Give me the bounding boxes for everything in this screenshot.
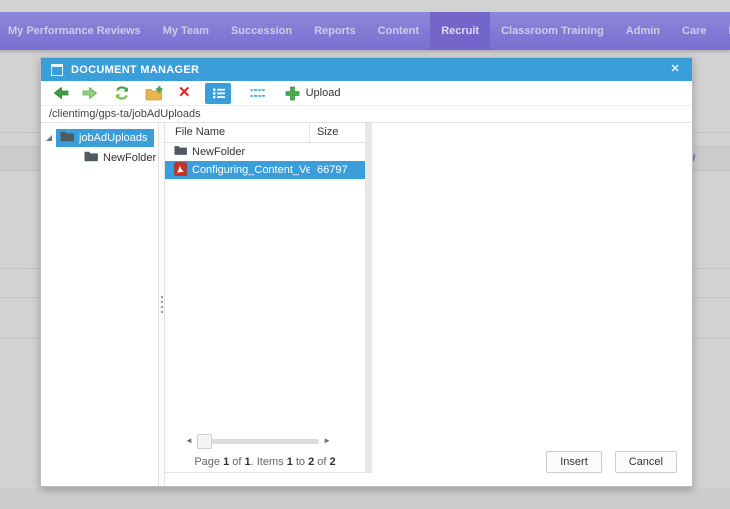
- tree-node-jobaduploads[interactable]: jobAdUploads: [41, 129, 158, 147]
- vertical-scrollbar[interactable]: [365, 123, 372, 472]
- tree-expander-icon[interactable]: [46, 135, 52, 141]
- dialog-title: DOCUMENT MANAGER: [71, 63, 200, 76]
- file-row-selected-pdf[interactable]: Configuring_Content_Vendo 66797: [165, 161, 365, 179]
- nav-item-my-team[interactable]: My Team: [152, 12, 220, 50]
- delete-icon: ✕: [178, 84, 191, 101]
- scrollbar-thumb[interactable]: [196, 433, 212, 449]
- new-folder-icon: [145, 85, 163, 101]
- folder-tree: jobAdUploads NewFolder: [41, 123, 158, 486]
- document-manager-dialog: DOCUMENT MANAGER ✕ ✕ Upload /clientimg/g…: [40, 57, 693, 487]
- refresh-button[interactable]: [114, 85, 130, 101]
- current-path: /clientimg/gps-ta/jobAdUploads: [41, 106, 692, 123]
- scroll-left-icon[interactable]: ◄: [185, 437, 193, 445]
- file-name-cell: NewFolder: [165, 145, 310, 159]
- scroll-right-icon[interactable]: ►: [323, 437, 331, 445]
- background-bottom-strip: [0, 488, 730, 509]
- tree-node-newfolder[interactable]: NewFolder: [41, 149, 158, 167]
- nav-item-truncated[interactable]: Inte: [718, 12, 730, 50]
- panel-splitter[interactable]: [158, 123, 165, 486]
- grid-view-button[interactable]: [244, 83, 270, 104]
- tree-node-label: jobAdUploads: [79, 132, 148, 144]
- file-grid: File Name Size NewFolder Configuring_Con…: [165, 123, 372, 473]
- file-name-label: Configuring_Content_Vendo: [192, 164, 310, 176]
- pager-text: to: [292, 456, 309, 468]
- column-header-file-name[interactable]: File Name: [165, 123, 310, 142]
- cancel-button[interactable]: Cancel: [614, 451, 677, 473]
- file-row-newfolder[interactable]: NewFolder: [165, 143, 365, 161]
- folder-icon: [60, 131, 74, 145]
- pager-text: . Items: [250, 456, 287, 468]
- nav-item-care[interactable]: Care: [671, 12, 717, 50]
- pager-text: of: [229, 456, 245, 468]
- pager-text: Page: [194, 456, 224, 468]
- nav-item-reports[interactable]: Reports: [303, 12, 367, 50]
- nav-item-content[interactable]: Content: [367, 12, 431, 50]
- file-name-label: NewFolder: [192, 146, 246, 158]
- column-header-size[interactable]: Size: [310, 123, 338, 142]
- dialog-toolbar: ✕ Upload: [41, 81, 692, 106]
- dialog-titlebar: DOCUMENT MANAGER ✕: [41, 58, 692, 81]
- horizontal-scrollbar[interactable]: ◄ ►: [185, 433, 331, 449]
- splitter-grip-icon: [161, 295, 163, 298]
- window-icon: [51, 63, 63, 76]
- insert-button[interactable]: Insert: [546, 451, 602, 473]
- pager-text: of: [314, 456, 330, 468]
- top-navigation: My Performance Reviews My Team Successio…: [0, 12, 730, 50]
- back-button[interactable]: [53, 86, 69, 100]
- upload-button[interactable]: Upload: [285, 86, 341, 101]
- list-view-button[interactable]: [204, 82, 231, 104]
- grid-view-icon: [249, 86, 265, 100]
- close-icon[interactable]: ✕: [668, 64, 682, 75]
- tree-node-label: NewFolder: [103, 152, 157, 164]
- nav-item-admin[interactable]: Admin: [615, 12, 671, 50]
- dialog-actions: Insert Cancel: [546, 451, 677, 473]
- file-name-cell: Configuring_Content_Vendo: [165, 161, 310, 179]
- pdf-file-icon: [174, 161, 187, 179]
- forward-arrow-icon: [82, 86, 98, 100]
- grid-header: File Name Size: [165, 123, 365, 143]
- tree-node-selected[interactable]: jobAdUploads: [56, 129, 154, 147]
- nav-item-recruit[interactable]: Recruit: [430, 12, 491, 50]
- folder-icon: [84, 151, 98, 165]
- upload-plus-icon: [285, 86, 300, 101]
- pager-number: 2: [329, 456, 336, 468]
- nav-item-succession[interactable]: Succession: [220, 12, 303, 50]
- delete-button[interactable]: ✕: [178, 84, 191, 101]
- folder-icon: [174, 145, 187, 159]
- list-view-icon: [210, 86, 226, 100]
- file-size-cell: 66797: [317, 164, 348, 176]
- back-arrow-icon: [53, 86, 69, 100]
- forward-button[interactable]: [82, 86, 98, 100]
- nav-item-classroom-training[interactable]: Classroom Training: [490, 12, 615, 50]
- scrollbar-track[interactable]: [196, 433, 320, 449]
- nav-item-my-performance-reviews[interactable]: My Performance Reviews: [0, 12, 152, 50]
- pager-status: Page 1 of 1. Items 1 to 2 of 2: [165, 456, 365, 468]
- dialog-content: jobAdUploads NewFolder File Name Size Ne…: [41, 123, 692, 486]
- upload-label: Upload: [305, 87, 341, 99]
- new-folder-button[interactable]: [145, 85, 163, 101]
- refresh-icon: [114, 85, 130, 101]
